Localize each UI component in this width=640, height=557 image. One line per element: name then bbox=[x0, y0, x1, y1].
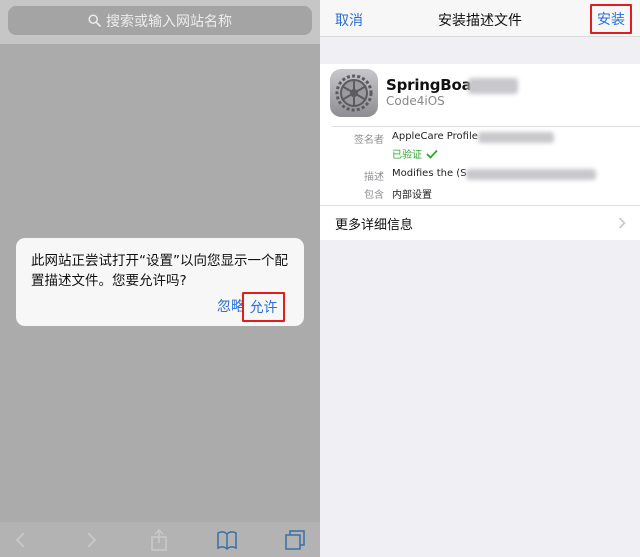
install-button[interactable]: 安装 bbox=[590, 4, 632, 34]
redacted-description-blur bbox=[466, 169, 596, 180]
profile-name: SpringBoar bbox=[386, 76, 479, 94]
signed-by-value: AppleCare Profile bbox=[392, 131, 478, 142]
description-value: Modifies the (S bbox=[392, 168, 467, 179]
safari-pane: 搜索或输入网站名称 此网站正尝试打开“设置”以向您显示一个配置描述文件。您要允许… bbox=[0, 0, 320, 557]
allow-button[interactable]: 允许 bbox=[242, 292, 285, 322]
checkmark-icon bbox=[426, 149, 438, 159]
ignore-button[interactable]: 忽略 bbox=[217, 296, 245, 316]
back-icon[interactable] bbox=[10, 529, 32, 551]
safari-address-bar-area: 搜索或输入网站名称 bbox=[0, 0, 320, 44]
forward-icon[interactable] bbox=[80, 529, 102, 551]
more-details-label: 更多详细信息 bbox=[335, 218, 414, 233]
more-details-row[interactable]: 更多详细信息 bbox=[320, 206, 640, 240]
divider bbox=[332, 126, 640, 127]
contains-label: 包含 bbox=[364, 190, 384, 201]
redacted-name-blur bbox=[468, 78, 518, 94]
search-input[interactable]: 搜索或输入网站名称 bbox=[8, 6, 312, 35]
contains-value: 内部设置 bbox=[392, 190, 432, 201]
search-icon bbox=[88, 14, 101, 27]
profile-card: SpringBoar Code4iOS 签名者 AppleCare Profil… bbox=[320, 64, 640, 240]
verified-status: 已验证 bbox=[392, 146, 438, 161]
settings-gear-icon bbox=[330, 69, 378, 117]
safari-toolbar bbox=[0, 522, 320, 557]
alert-message: 此网站正尝试打开“设置”以向您显示一个配置描述文件。您要允许吗? bbox=[31, 253, 288, 289]
signed-by-label: 签名者 bbox=[354, 135, 384, 146]
search-placeholder: 搜索或输入网站名称 bbox=[106, 13, 232, 30]
profile-organization: Code4iOS bbox=[386, 94, 445, 108]
navigation-bar: 取消 安装描述文件 安装 bbox=[320, 0, 640, 37]
description-label: 描述 bbox=[364, 172, 384, 183]
chevron-right-icon bbox=[618, 217, 626, 229]
bookmarks-icon[interactable] bbox=[216, 529, 238, 551]
tabs-icon[interactable] bbox=[284, 529, 306, 551]
redacted-signer-blur bbox=[478, 132, 554, 143]
verified-text: 已验证 bbox=[392, 150, 422, 161]
share-icon[interactable] bbox=[148, 529, 170, 551]
settings-pane: 取消 安装描述文件 安装 SpringBoar Code4iOS 签名者 App… bbox=[320, 0, 640, 557]
